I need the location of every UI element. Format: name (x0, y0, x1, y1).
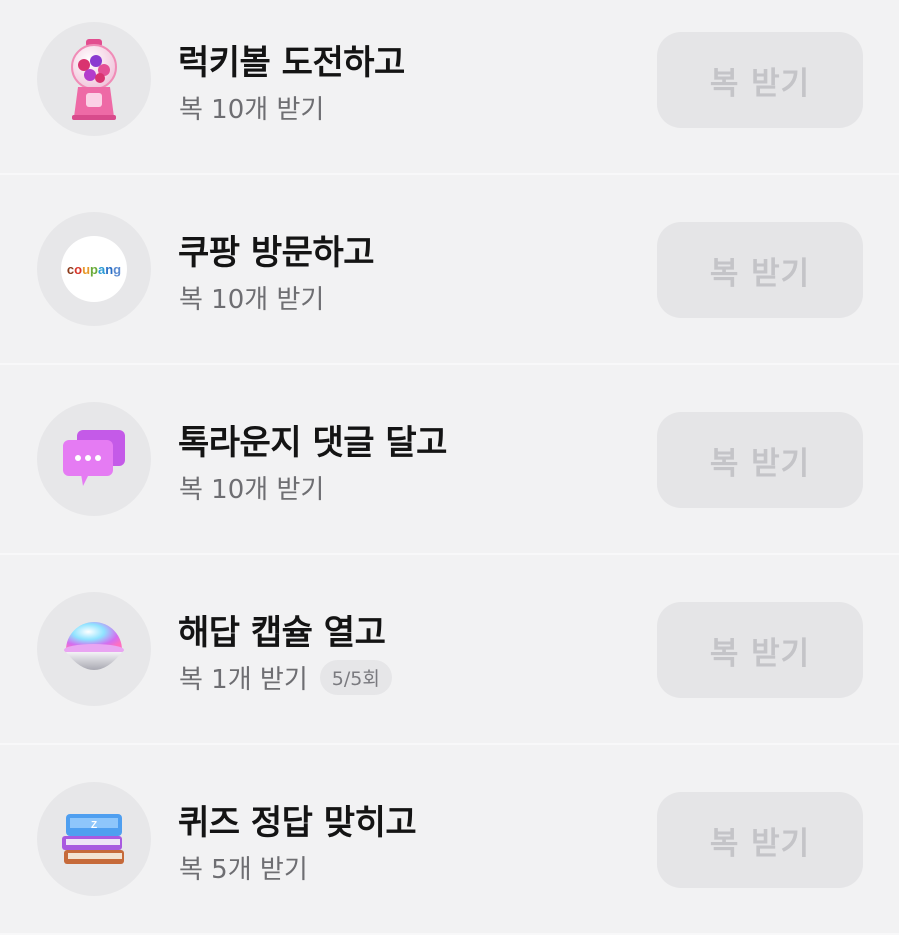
mission-icon-container (37, 592, 151, 706)
mission-reward-text: 복 10개 받기 (179, 285, 325, 315)
mission-icon-container (37, 402, 151, 516)
mission-icon-container: Z (37, 782, 151, 896)
claim-reward-button[interactable]: 복 받기 (657, 602, 863, 698)
mission-title: 해답 캡슐 열고 (178, 613, 386, 653)
mission-reward: 복 10개 받기 (179, 469, 324, 506)
mission-reward: 복 5개 받기 (179, 849, 308, 886)
claim-reward-button[interactable]: 복 받기 (657, 222, 863, 318)
mission-reward: 복 1개 받기 5/5회 (179, 659, 392, 696)
mission-title: 쿠팡 방문하고 (178, 233, 375, 273)
mission-reward: 복 10개 받기 (179, 89, 324, 126)
mission-reward-text: 복 10개 받기 (179, 475, 325, 505)
mission-icon-container: coupang (37, 212, 151, 326)
capsule-icon (59, 616, 129, 682)
claim-reward-button[interactable]: 복 받기 (657, 412, 863, 508)
mission-row-talk-lounge: 톡라운지 댓글 달고 복 10개 받기 복 받기 (0, 365, 899, 555)
mission-reward-text: 복 1개 받기 (179, 665, 308, 695)
mission-row-answer-capsule: 해답 캡슐 열고 복 1개 받기 5/5회 복 받기 (0, 555, 899, 745)
attempt-count-badge: 5/5회 (319, 660, 392, 695)
books-icon: Z (58, 808, 130, 870)
claim-reward-button[interactable]: 복 받기 (657, 32, 863, 128)
mission-reward-text: 복 5개 받기 (179, 855, 308, 885)
mission-row-coupang: coupang 쿠팡 방문하고 복 10개 받기 복 받기 (0, 175, 899, 365)
mission-reward: 복 10개 받기 (179, 279, 324, 316)
mission-row-quiz: Z 퀴즈 정답 맞히고 복 5개 받기 복 받기 (0, 745, 899, 935)
mission-icon-container (37, 22, 151, 136)
mission-title: 럭키볼 도전하고 (178, 43, 405, 83)
svg-text:coupang: coupang (67, 262, 121, 277)
coupang-logo-icon: coupang (60, 235, 128, 303)
claim-reward-button[interactable]: 복 받기 (657, 792, 863, 888)
mission-title: 톡라운지 댓글 달고 (178, 423, 447, 463)
mission-list: 럭키볼 도전하고 복 10개 받기 복 받기 coupang 쿠팡 방문하고 복… (0, 0, 899, 935)
svg-text:Z: Z (91, 820, 97, 831)
mission-title: 퀴즈 정답 맞히고 (178, 803, 417, 843)
chat-bubbles-icon (59, 428, 129, 490)
gumball-machine-icon (62, 37, 126, 121)
mission-row-lucky-ball: 럭키볼 도전하고 복 10개 받기 복 받기 (0, 0, 899, 175)
mission-reward-text: 복 10개 받기 (179, 95, 325, 125)
